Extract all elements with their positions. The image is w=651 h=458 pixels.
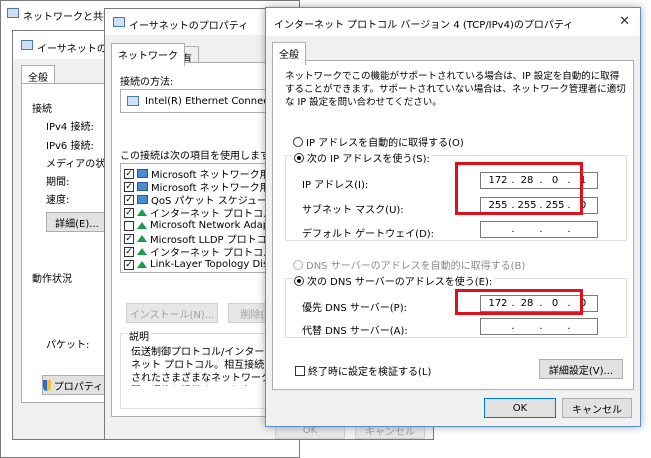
titlebar: インターネット プロトコル バージョン 4 (TCP/IPv4)のプロパティ ✕ — [266, 8, 640, 36]
adapter-icon — [127, 96, 139, 109]
speed-label: 速度: — [46, 195, 70, 206]
auto-dns-option[interactable]: DNS サーバーのアドレスを自動的に取得する(B) — [293, 257, 525, 272]
install-button-label: インストール(N)... — [129, 309, 215, 321]
highlight-preferred-dns — [455, 289, 583, 315]
octet-dot: . — [539, 224, 543, 235]
manual-dns-option[interactable]: 次の DNS サーバーのアドレスを使う(E): — [292, 273, 495, 288]
description-header: 説明 — [127, 328, 151, 343]
item-label: Microsoft Network Adapter — [150, 220, 284, 231]
checkbox[interactable]: ✓ — [124, 207, 134, 218]
checkbox[interactable] — [124, 220, 134, 231]
packets-label: パケット: — [46, 340, 90, 351]
checkbox[interactable]: ✓ — [124, 259, 134, 270]
cancel-button-label: キャンセル — [572, 404, 622, 416]
general-panel: ネットワークでこの機能がサポートされている場合は、IP 設定を自動的に取得するこ… — [272, 60, 634, 390]
intro-text: ネットワークでこの機能がサポートされている場合は、IP 設定を自動的に取得するこ… — [285, 71, 626, 108]
checkbox[interactable]: ✓ — [124, 246, 134, 257]
tab-label: 全般 — [279, 50, 299, 61]
ipv4-label: IPv4 接続: — [46, 122, 94, 133]
ipv6-label: IPv6 接続: — [46, 141, 94, 152]
tab-general[interactable]: 全般 — [272, 42, 306, 65]
checkbox[interactable]: ✓ — [124, 194, 134, 205]
radio-button[interactable] — [293, 137, 303, 147]
activity-header: 動作状況 — [32, 274, 72, 285]
dialog-title: インターネット プロトコル バージョン 4 (TCP/IPv4)のプロパティ — [274, 20, 574, 31]
gateway-field[interactable]: . . . — [480, 221, 598, 238]
subnet-mask-label: サブネット マスク(U): — [302, 205, 404, 216]
octet-dot: . — [511, 321, 515, 332]
items-label: この接続は次の項目を使用します(O): — [120, 151, 290, 162]
checkbox[interactable]: ✓ — [124, 233, 134, 244]
octet-dot: . — [567, 321, 571, 332]
close-icon[interactable]: ✕ — [619, 14, 630, 29]
validate-label: 終了時に設定を検証する(L) — [308, 367, 432, 378]
auto-ip-option[interactable]: IP アドレスを自動的に取得する(O) — [293, 134, 464, 149]
details-button[interactable]: 詳細(E)... — [46, 212, 108, 232]
validate-option[interactable]: 終了時に設定を検証する(L) — [295, 363, 431, 378]
cancel-button[interactable]: キャンセル — [562, 398, 632, 418]
manual-ip-option[interactable]: 次の IP アドレスを使う(S): — [292, 150, 432, 165]
computer-icon — [137, 195, 148, 204]
preferred-dns-label: 優先 DNS サーバー(P): — [302, 303, 407, 314]
ipv4-properties-dialog: インターネット プロトコル バージョン 4 (TCP/IPv4)のプロパティ ✕… — [265, 7, 641, 427]
octet-dot: . — [539, 321, 543, 332]
alternate-dns-field[interactable]: . . . — [480, 318, 598, 335]
protocol-icon — [137, 235, 147, 242]
details-button-label: 詳細(E)... — [55, 218, 99, 230]
octet-dot: . — [511, 224, 515, 235]
radio-button[interactable] — [293, 260, 303, 270]
network-icon — [7, 8, 19, 21]
computer-icon — [137, 169, 148, 178]
shield-icon — [43, 379, 51, 391]
checkbox[interactable]: ✓ — [124, 181, 134, 192]
computer-icon — [137, 182, 148, 191]
radio-button[interactable] — [294, 276, 304, 286]
radio-button[interactable] — [294, 153, 304, 163]
ok-button-label: OK — [512, 402, 528, 414]
connect-using-label: 接続の方法: — [120, 77, 174, 88]
protocol-icon — [137, 248, 147, 255]
description-text: 伝送制御プロトコル/インターネット プロトコル。相互接続されたさまざまなネットワ… — [131, 347, 271, 384]
window-title: イーサネットのプロパティ — [129, 21, 249, 32]
install-button[interactable]: インストール(N)... — [126, 303, 218, 323]
connection-header: 接続 — [32, 104, 52, 115]
advanced-button-label: 詳細設定(V)... — [548, 365, 614, 377]
network-icon — [21, 40, 33, 53]
tab-network[interactable]: ネットワーク — [111, 43, 185, 66]
ok-button[interactable]: OK — [484, 398, 556, 418]
manual-ip-label: 次の IP アドレスを使う(S): — [307, 154, 430, 165]
octet-dot: . — [567, 224, 571, 235]
duration-label: 期間: — [46, 177, 70, 188]
gateway-label: デフォルト ゲートウェイ(D): — [302, 229, 435, 240]
network-icon — [113, 17, 125, 30]
auto-ip-label: IP アドレスを自動的に取得する(O) — [306, 138, 464, 149]
protocol-icon — [137, 222, 147, 229]
protocol-icon — [137, 209, 147, 216]
alternate-dns-label: 代替 DNS サーバー(A): — [302, 326, 408, 337]
checkbox[interactable]: ✓ — [124, 168, 134, 179]
advanced-button[interactable]: 詳細設定(V)... — [539, 359, 623, 379]
auto-dns-label: DNS サーバーのアドレスを自動的に取得する(B) — [306, 261, 526, 272]
manual-dns-label: 次の DNS サーバーのアドレスを使う(E): — [307, 277, 493, 288]
highlight-ip-subnet — [455, 162, 583, 215]
protocol-icon — [137, 261, 147, 268]
ip-address-label: IP アドレス(I): — [302, 180, 369, 191]
checkbox[interactable] — [295, 366, 305, 376]
tab-label: ネットワーク — [118, 51, 178, 62]
